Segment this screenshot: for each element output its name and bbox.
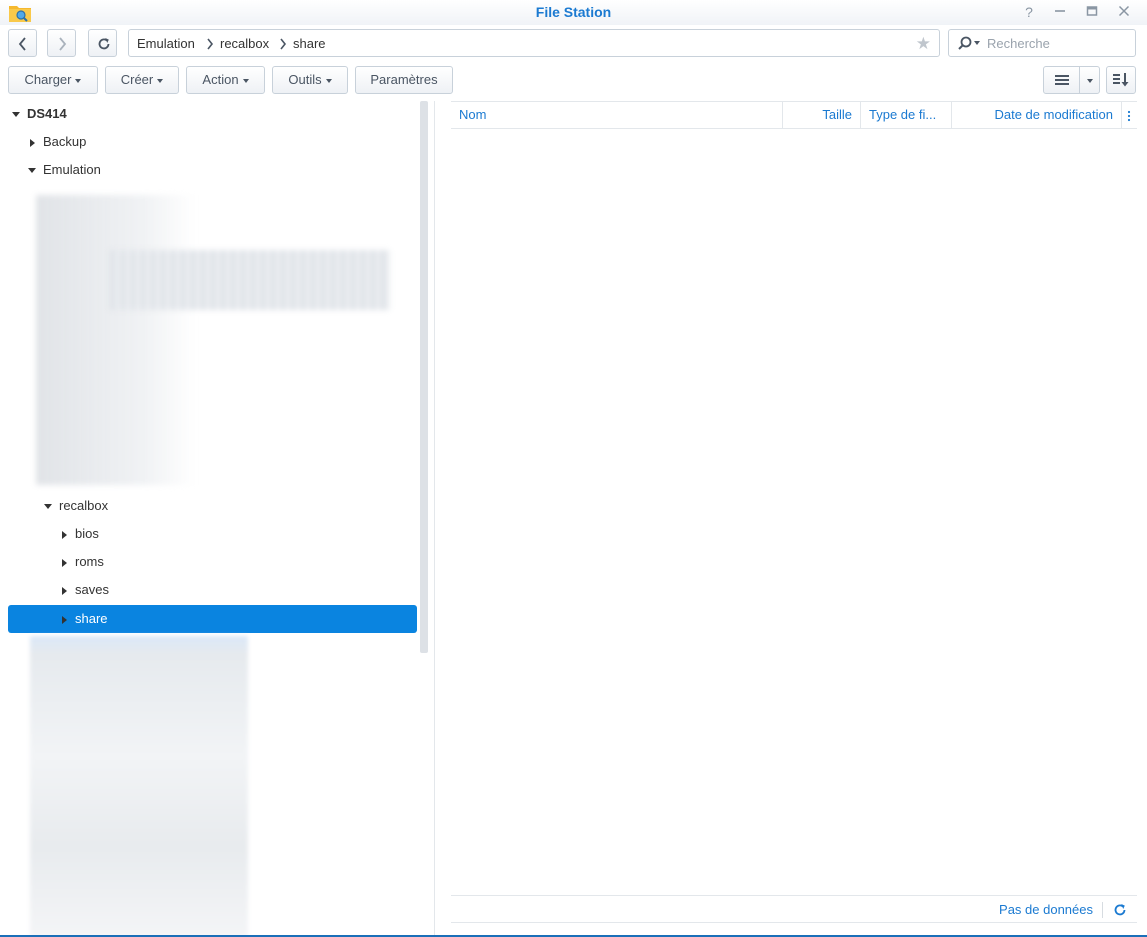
tree-item-label: saves [75,582,109,597]
create-button[interactable]: Créer [105,66,179,94]
redacted-tree-items [36,195,391,485]
upload-button[interactable]: Charger [8,66,98,94]
path-bar[interactable]: Emulation recalbox share ★ [128,29,940,57]
refresh-icon [98,38,110,50]
caret-down-icon [157,78,164,83]
close-icon[interactable] [1113,3,1135,21]
sort-button[interactable] [1106,66,1136,94]
breadcrumb-share[interactable]: share [293,36,326,51]
action-label: Action [202,72,239,87]
tree-item-label: roms [75,554,104,569]
no-data-text: Pas de données [999,902,1093,917]
window-title: File Station [535,4,612,20]
tree-scrollbar[interactable] [420,101,428,653]
collapsed-arrow-icon[interactable] [62,558,67,567]
tools-label: Outils [288,72,322,87]
grid-footer: Pas de données [451,895,1137,923]
view-mode-dropdown[interactable] [1079,66,1100,94]
tree-item-label: bios [75,526,99,541]
tree-root-label: DS414 [27,106,67,121]
collapsed-arrow-icon[interactable] [62,586,67,595]
tree-item-share[interactable]: share [62,605,108,633]
expanded-arrow-icon[interactable] [44,504,52,510]
minimize-icon[interactable] [1049,3,1071,21]
back-button[interactable] [8,29,37,57]
chevron-right-icon [59,37,67,51]
collapsed-arrow-icon[interactable] [62,530,67,539]
settings-label: Paramètres [370,72,438,87]
caret-down-icon [75,78,82,83]
search-input[interactable]: Recherche [948,29,1136,57]
refresh-icon[interactable] [1113,903,1127,917]
search-placeholder: Recherche [987,36,1050,51]
column-size[interactable]: Taille [783,102,861,129]
forward-button[interactable] [47,29,76,57]
search-icon [958,36,980,50]
caret-down-icon [242,78,249,83]
tree-item-label: Emulation [43,162,101,177]
breadcrumb-emulation[interactable]: Emulation [137,36,195,51]
caret-down-icon [325,78,332,83]
tree-item-backup[interactable]: Backup [30,128,86,156]
tree-item-emulation[interactable]: Emulation [28,156,101,184]
tree-item-label: Backup [43,134,87,149]
column-type[interactable]: Type de fi... [861,102,952,129]
tree-item-label: share [75,611,108,626]
sort-icon [1113,73,1129,87]
settings-button[interactable]: Paramètres [355,66,453,94]
column-name[interactable]: Nom [451,102,783,129]
chevron-left-icon [18,37,26,51]
maximize-icon[interactable] [1081,3,1103,21]
create-label: Créer [120,72,154,87]
breadcrumb-recalbox[interactable]: recalbox [220,36,269,51]
tree-item-roms[interactable]: roms [62,548,104,576]
chevron-right-icon [207,38,214,50]
file-grid-header: Nom Taille Type de fi... Date de modific… [451,101,1137,129]
expanded-arrow-icon[interactable] [28,168,36,174]
caret-down-icon [1086,78,1093,83]
tree-item-recalbox[interactable]: recalbox [44,492,108,520]
expanded-arrow-icon[interactable] [12,112,20,118]
tree-item-bios[interactable]: bios [62,520,99,548]
footer-divider [1102,902,1103,918]
favorite-star-icon[interactable]: ★ [916,34,931,54]
tree-item-label: recalbox [59,498,109,513]
tree-root-ds414[interactable]: DS414 [12,100,67,128]
column-modified[interactable]: Date de modification [952,102,1122,129]
chevron-right-icon [280,38,287,50]
action-button[interactable]: Action [186,66,265,94]
tree-item-saves[interactable]: saves [62,576,109,604]
list-view-button[interactable] [1043,66,1080,94]
upload-label: Charger [24,72,72,87]
redacted-tree-items [110,250,390,310]
panel-divider[interactable] [434,101,435,937]
title-bar: File Station ? [0,0,1147,25]
help-icon[interactable]: ? [1018,3,1040,21]
refresh-button[interactable] [88,29,117,57]
collapsed-arrow-icon[interactable] [62,615,67,624]
list-view-icon [1054,75,1069,85]
tools-button[interactable]: Outils [272,66,348,94]
redacted-tree-items [30,636,248,937]
column-menu-icon[interactable] [1127,109,1131,123]
collapsed-arrow-icon[interactable] [30,138,35,147]
